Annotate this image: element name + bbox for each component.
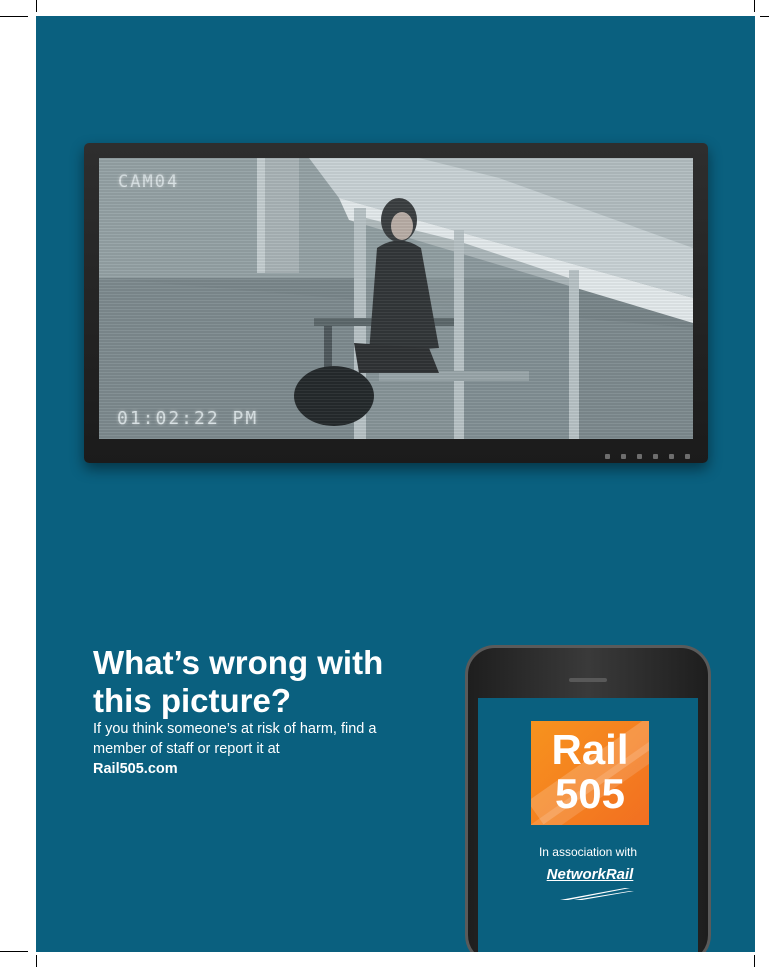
monitor-button: [669, 454, 674, 459]
poster: CAM04 01:02:22 PM What’s wrong with this…: [36, 16, 755, 952]
body-copy: If you think someone’s at risk of harm, …: [93, 719, 423, 779]
monitor-button: [621, 454, 626, 459]
monitor-button: [605, 454, 610, 459]
network-rail-wordmark: NetworkRail: [546, 866, 634, 883]
body-text: If you think someone’s at risk of harm, …: [93, 721, 377, 757]
power-icon: [685, 454, 690, 459]
crop-mark: [754, 955, 755, 967]
crop-mark: [754, 0, 755, 12]
network-rail-swoosh-icon: [560, 888, 634, 900]
phone-screen: Rail 505 In association with NetworkRail: [478, 698, 698, 952]
cctv-monitor: CAM04 01:02:22 PM: [84, 143, 708, 463]
association-text: In association with: [538, 845, 638, 859]
camera-label: CAM04: [118, 172, 180, 192]
crop-mark: [760, 16, 769, 17]
network-rail-logo: NetworkRail: [530, 866, 650, 902]
website-link[interactable]: Rail505.com: [93, 759, 423, 779]
logo-text-rail: Rail: [551, 726, 629, 773]
crop-mark: [0, 16, 28, 17]
crop-mark: [36, 955, 37, 967]
headline: What’s wrong with this picture?: [93, 644, 463, 720]
phone-mockup: Rail 505 In association with NetworkRail: [465, 645, 711, 952]
cctv-screen: CAM04 01:02:22 PM: [99, 158, 693, 439]
headline-line-1: What’s wrong with: [93, 644, 384, 681]
camera-timestamp: 01:02:22 PM: [117, 408, 259, 429]
monitor-controls: [605, 454, 690, 459]
phone-speaker: [569, 678, 607, 682]
rail505-logo: Rail 505: [531, 721, 649, 825]
monitor-button: [653, 454, 658, 459]
crop-mark: [36, 0, 37, 12]
logo-text-505: 505: [554, 770, 626, 817]
cctv-scene-illustration: [99, 158, 693, 439]
headline-line-2: this picture?: [93, 682, 292, 719]
crop-mark: [0, 951, 28, 952]
monitor-button: [637, 454, 642, 459]
